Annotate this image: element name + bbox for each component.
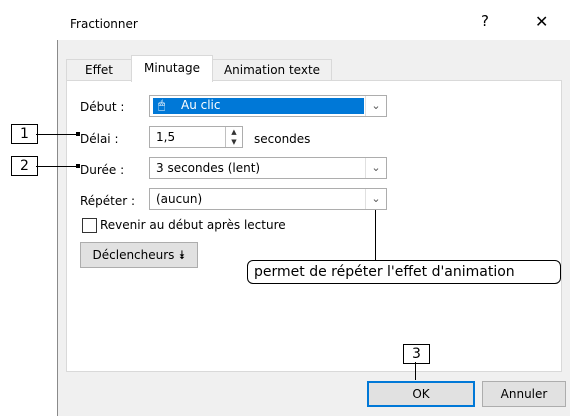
dialog-title: Fractionner bbox=[70, 17, 138, 31]
mouse-icon: 🖱 bbox=[158, 98, 166, 112]
tab-animation-texte[interactable]: Animation texte bbox=[212, 59, 332, 81]
callout-3-line bbox=[415, 362, 416, 380]
callout-2-line bbox=[36, 166, 76, 167]
chevron-down-icon[interactable]: ⌄ bbox=[365, 189, 386, 209]
rewind-label[interactable]: Revenir au début après lecture bbox=[100, 218, 286, 232]
triggers-label: Déclencheurs bbox=[92, 248, 175, 262]
callout-1-line bbox=[36, 134, 76, 135]
help-button[interactable]: ? bbox=[481, 12, 489, 30]
duree-combo[interactable]: 3 secondes (lent) ⌄ bbox=[149, 157, 387, 179]
debut-selection: 🖱 Au clic bbox=[153, 98, 364, 114]
duree-label: Durée : bbox=[80, 163, 125, 177]
close-button[interactable]: ✕ bbox=[535, 12, 548, 31]
delai-spinner[interactable]: 1,5 ▲ ▼ bbox=[149, 126, 243, 148]
debut-label: Début : bbox=[80, 100, 125, 114]
spinner-buttons[interactable]: ▲ ▼ bbox=[225, 127, 242, 147]
triggers-button[interactable]: Déclencheurs ⯯ bbox=[80, 242, 198, 268]
callout-3: 3 bbox=[403, 344, 430, 364]
delai-unit: secondes bbox=[254, 132, 311, 146]
tab-minutage[interactable]: Minutage bbox=[131, 55, 213, 82]
chevron-down-icon[interactable]: ⌄ bbox=[365, 158, 386, 178]
debut-combo[interactable]: 🖱 Au clic ⌄ bbox=[149, 95, 387, 117]
delai-value: 1,5 bbox=[156, 130, 176, 144]
tooltip-connector bbox=[375, 210, 376, 260]
delai-label: Délai : bbox=[80, 132, 119, 146]
repeter-value: (aucun) bbox=[156, 192, 203, 206]
repeter-label: Répéter : bbox=[80, 194, 136, 208]
callout-1: 1 bbox=[11, 124, 38, 144]
spin-down-icon[interactable]: ▼ bbox=[226, 137, 242, 147]
duree-value: 3 secondes (lent) bbox=[156, 161, 261, 175]
repeter-combo[interactable]: (aucun) ⌄ bbox=[149, 188, 387, 210]
tab-effet[interactable]: Effet bbox=[66, 59, 132, 81]
tooltip-repeat-info: permet de répéter l'effet d'animation bbox=[247, 260, 561, 284]
debut-value: Au clic bbox=[181, 98, 221, 112]
cancel-button[interactable]: Annuler bbox=[482, 381, 566, 407]
chevron-down-icon[interactable]: ⌄ bbox=[365, 96, 386, 116]
rewind-checkbox[interactable] bbox=[82, 218, 97, 233]
callout-2-dot bbox=[76, 164, 80, 168]
spin-up-icon[interactable]: ▲ bbox=[226, 127, 242, 137]
callout-2: 2 bbox=[11, 156, 38, 176]
callout-1-dot bbox=[76, 132, 80, 136]
double-chevron-down-icon: ⯯ bbox=[178, 248, 186, 262]
ok-button[interactable]: OK bbox=[367, 381, 475, 407]
